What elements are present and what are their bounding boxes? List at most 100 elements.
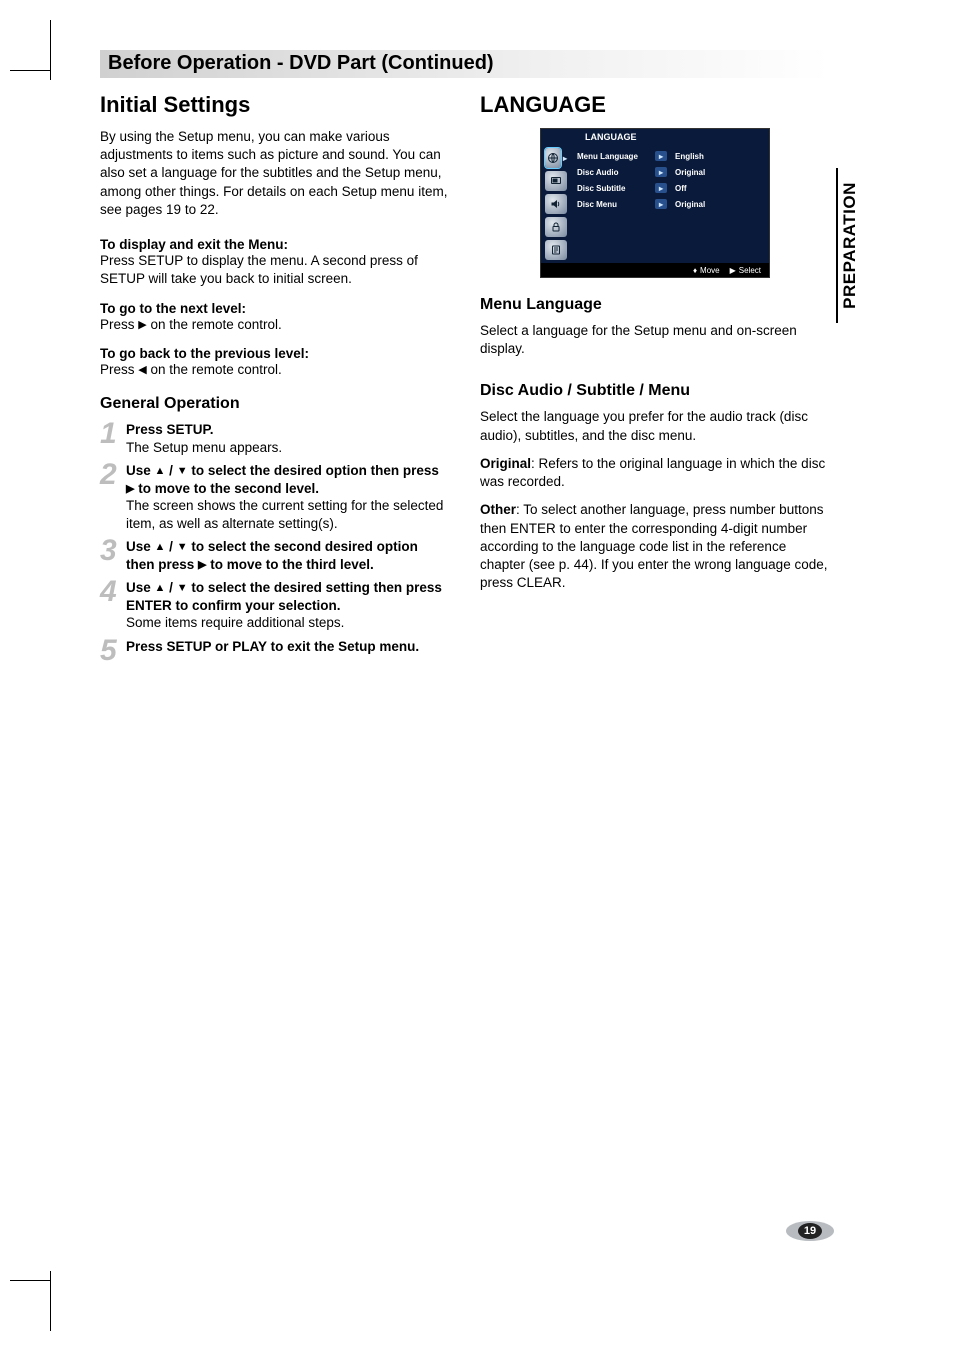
osd-tab-audio-icon — [545, 194, 567, 214]
step-number: 3 — [100, 538, 120, 564]
side-tab: PREPARATION — [836, 168, 860, 323]
step-bold: Use ▲ / ▼ to select the desired setting … — [126, 580, 442, 613]
osd-value: English — [675, 152, 704, 161]
up-arrow-icon: ▲ — [155, 465, 166, 477]
osd-title-row: LANGUAGE — [541, 129, 769, 145]
osd-foot-text: Move — [700, 266, 720, 275]
osd-footer: ♦Move ▶Select — [541, 263, 769, 277]
text: : Refers to the original language in whi… — [480, 456, 825, 489]
step-body: Press SETUP or PLAY to exit the Setup me… — [126, 638, 419, 656]
heading-initial-settings: Initial Settings — [100, 92, 450, 118]
text: to move to the third level. — [207, 557, 374, 572]
step-3: 3 Use ▲ / ▼ to select the second desired… — [100, 538, 450, 573]
step-text: The Setup menu appears. — [126, 440, 282, 455]
step-bold: Use ▲ / ▼ to select the second desired o… — [126, 539, 418, 572]
step-text: The screen shows the current setting for… — [126, 498, 443, 531]
step-number: 2 — [100, 462, 120, 488]
osd-foot-text: Select — [739, 266, 761, 275]
text: : To select another language, press numb… — [480, 502, 827, 590]
osd-label: Disc Subtitle — [577, 184, 651, 193]
step-bold: Press SETUP or PLAY to exit the Setup me… — [126, 639, 419, 654]
page-number: 19 — [798, 1223, 822, 1239]
menu-language-heading: Menu Language — [480, 296, 830, 314]
disc-asm-heading: Disc Audio / Subtitle / Menu — [480, 382, 830, 400]
display-exit-title: To display and exit the Menu: — [100, 237, 450, 252]
step-2: 2 Use ▲ / ▼ to select the desired option… — [100, 462, 450, 532]
osd-value: Original — [675, 168, 705, 177]
up-arrow-icon: ▲ — [155, 582, 166, 594]
osd-title: LANGUAGE — [541, 130, 637, 144]
osd-row: Menu Language ▸ English — [577, 148, 763, 164]
right-arrow-icon: ▸ — [655, 183, 667, 193]
osd-selected-arrow-icon: ▸ — [563, 154, 567, 163]
osd-foot-select: ▶Select — [730, 266, 761, 275]
crop-mark — [10, 1280, 50, 1281]
crop-mark — [50, 20, 51, 80]
right-arrow-icon: ▸ — [655, 151, 667, 161]
osd-tabs: ▸ — [541, 145, 569, 263]
right-column: LANGUAGE LANGUAGE ▸ — [480, 92, 830, 669]
osd-value: Off — [675, 184, 687, 193]
osd-row: Disc Audio ▸ Original — [577, 164, 763, 180]
steps-list: 1 Press SETUP. The Setup menu appears. 2… — [100, 421, 450, 664]
osd-tab-display-icon — [545, 171, 567, 191]
step-text: Some items require additional steps. — [126, 615, 344, 630]
osd-label: Disc Menu — [577, 200, 651, 209]
osd-foot-move: ♦Move — [693, 266, 720, 275]
down-arrow-icon: ▼ — [177, 582, 188, 594]
display-exit-body: Press SETUP to display the menu. A secon… — [100, 252, 450, 288]
label: Original — [480, 456, 531, 471]
text: Use — [126, 539, 155, 554]
step-1: 1 Press SETUP. The Setup menu appears. — [100, 421, 450, 456]
page-number-wrap: 19 — [786, 1221, 834, 1241]
left-column: Initial Settings By using the Setup menu… — [100, 92, 450, 669]
right-arrow-icon: ▸ — [655, 167, 667, 177]
step-body: Use ▲ / ▼ to select the desired setting … — [126, 579, 450, 632]
right-arrow-icon: ▶ — [730, 266, 736, 275]
prev-level-title: To go back to the previous level: — [100, 346, 450, 361]
menu-language-body: Select a language for the Setup menu and… — [480, 322, 830, 358]
osd-value: Original — [675, 200, 705, 209]
osd-list: Menu Language ▸ English Disc Audio ▸ Ori… — [569, 145, 769, 263]
text: on the remote control. — [147, 362, 282, 377]
text: / — [165, 580, 176, 595]
osd-row: Disc Menu ▸ Original — [577, 196, 763, 212]
osd-body: ▸ — [541, 145, 769, 263]
step-5: 5 Press SETUP or PLAY to exit the Setup … — [100, 638, 450, 664]
step-body: Press SETUP. The Setup menu appears. — [126, 421, 282, 456]
page-number-badge: 19 — [786, 1221, 834, 1241]
text: Use — [126, 463, 155, 478]
step-4: 4 Use ▲ / ▼ to select the desired settin… — [100, 579, 450, 632]
disc-asm-original: Original: Refers to the original languag… — [480, 455, 830, 491]
text: Use — [126, 580, 155, 595]
osd-screenshot: LANGUAGE ▸ — [540, 128, 770, 278]
step-body: Use ▲ / ▼ to select the second desired o… — [126, 538, 450, 573]
left-arrow-icon: ◀ — [138, 364, 146, 376]
intro-text: By using the Setup menu, you can make va… — [100, 128, 450, 219]
text: to select the desired option then press — [188, 463, 439, 478]
step-number: 5 — [100, 638, 120, 664]
osd-row: Disc Subtitle ▸ Off — [577, 180, 763, 196]
step-bold: Press SETUP. — [126, 422, 214, 437]
general-operation-heading: General Operation — [100, 395, 450, 413]
text: / — [165, 463, 176, 478]
label: Other — [480, 502, 516, 517]
heading-language: LANGUAGE — [480, 92, 830, 118]
disc-asm-p1: Select the language you prefer for the a… — [480, 408, 830, 444]
osd-tab-other-icon — [545, 240, 567, 260]
disc-asm-other: Other: To select another language, press… — [480, 501, 830, 592]
columns: Initial Settings By using the Setup menu… — [100, 92, 830, 669]
right-arrow-icon: ▶ — [198, 559, 206, 571]
next-level-title: To go to the next level: — [100, 301, 450, 316]
step-number: 1 — [100, 421, 120, 447]
right-arrow-icon: ▶ — [138, 319, 146, 331]
step-bold: Use ▲ / ▼ to select the desired option t… — [126, 463, 439, 496]
prev-level-body: Press ◀ on the remote control. — [100, 361, 450, 379]
down-arrow-icon: ▼ — [177, 465, 188, 477]
step-number: 4 — [100, 579, 120, 605]
text: Press — [100, 362, 138, 377]
text: Press — [100, 317, 138, 332]
step-body: Use ▲ / ▼ to select the desired option t… — [126, 462, 450, 532]
osd-tab-lock-icon — [545, 217, 567, 237]
page-content: Before Operation - DVD Part (Continued) … — [100, 50, 830, 669]
